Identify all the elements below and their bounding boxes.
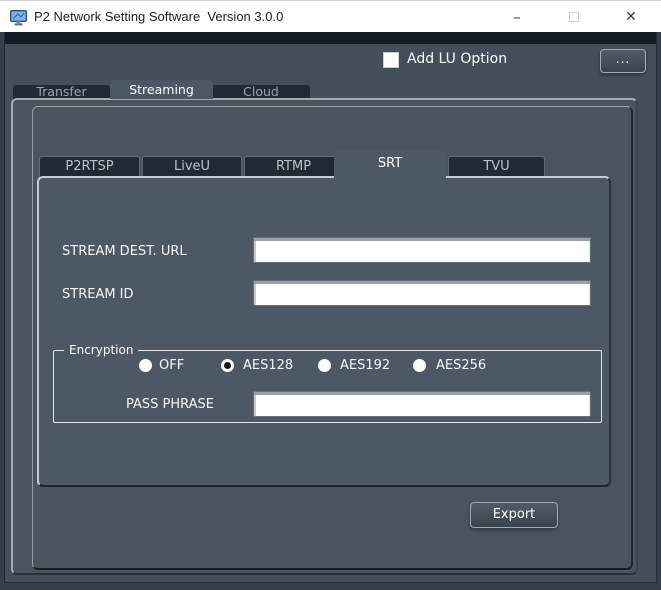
more-options-button[interactable]: ... [600,49,646,73]
window-title: P2 Network Setting Software Version 3.0.… [34,9,284,24]
pass-phrase-label: PASS PHRASE [126,397,215,412]
srt-tab-panel [37,176,611,487]
add-lu-option-checkbox[interactable] [383,52,399,68]
subtab-tvu[interactable]: TVU [448,156,545,177]
titlebar-shadow-strip [0,32,661,44]
radio-aes128-label: AES128 [243,358,294,373]
subtab-rtmp[interactable]: RTMP [244,156,343,177]
titlebar: P2 Network Setting Software Version 3.0.… [0,0,661,32]
maximize-button [551,1,597,32]
subtab-liveu[interactable]: LiveU [142,156,242,177]
radio-aes192-label: AES192 [340,358,391,373]
export-button[interactable]: Export [470,502,558,528]
stream-id-label: STREAM ID [62,287,134,302]
radio-aes128[interactable] [221,359,234,372]
subtab-srt[interactable]: SRT [334,150,446,178]
radio-off[interactable] [139,359,152,372]
radio-aes192[interactable] [318,359,331,372]
stream-dest-url-label: STREAM DEST. URL [62,244,187,259]
close-button[interactable]: ✕ [608,1,654,32]
encryption-groupbox-label: Encryption [64,343,139,357]
add-lu-option-label: Add LU Option [407,51,508,67]
pass-phrase-input[interactable] [253,391,591,417]
tab-transfer[interactable]: Transfer [13,85,110,99]
tab-streaming[interactable]: Streaming [110,80,213,99]
stream-dest-url-input[interactable] [253,237,591,263]
minimize-button[interactable]: – [494,1,540,32]
radio-aes256-label: AES256 [436,358,487,373]
app-icon [10,9,28,26]
radio-aes256[interactable] [413,359,426,372]
subtab-p2rtsp[interactable]: P2RTSP [39,156,140,177]
maximize-icon [569,11,579,22]
radio-off-label: OFF [159,358,185,373]
stream-id-input[interactable] [253,280,591,306]
tab-cloud[interactable]: Cloud [212,85,310,99]
